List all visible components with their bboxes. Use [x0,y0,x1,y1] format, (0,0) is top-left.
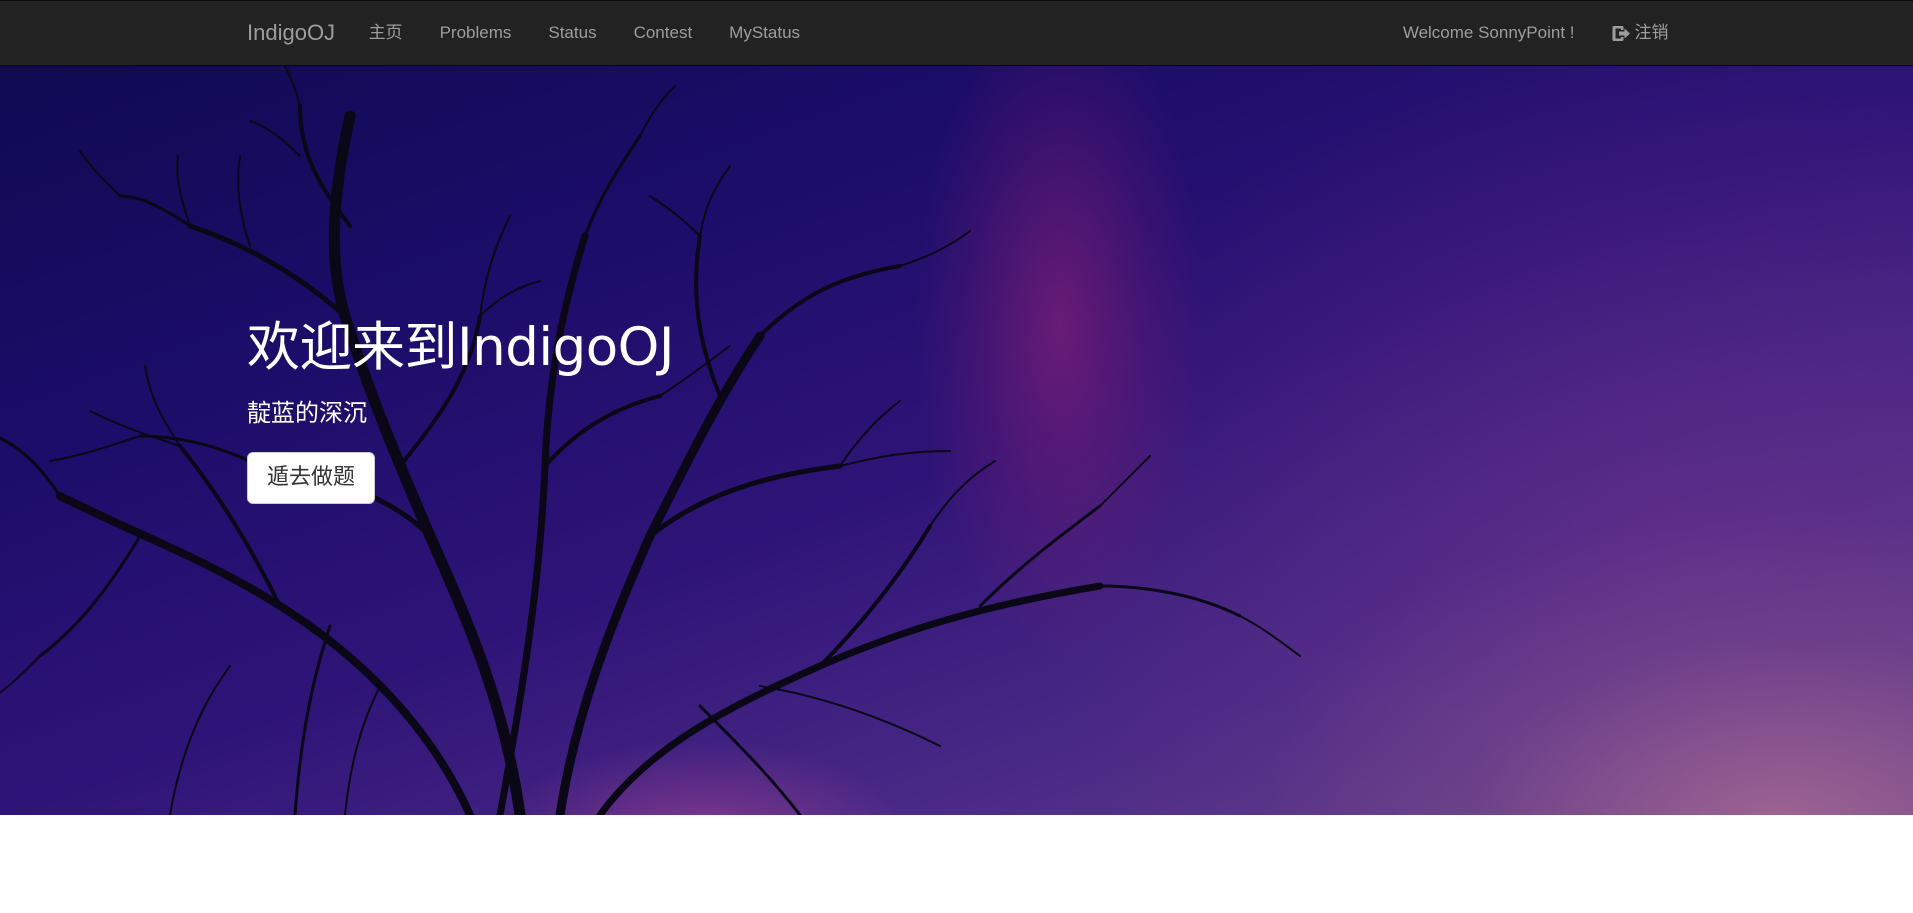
logout-icon [1612,25,1630,41]
nav-item-mystatus: MyStatus [711,1,819,65]
go-practice-button[interactable]: 遁去做题 [247,451,376,504]
logout-link[interactable]: 注销 [1593,1,1687,65]
user-nav: Welcome SonnyPoint ! 注销 [1384,1,1687,65]
hero-content: 欢迎来到IndigoOJ 靛蓝的深沉 遁去做题 [247,317,675,504]
hero-title: 欢迎来到IndigoOJ [247,317,675,378]
nav-item-problems: Problems [421,1,530,65]
logout-label: 注销 [1634,23,1669,43]
top-navbar: IndigoOJ 主页 Problems Status Contest MySt… [0,0,1913,66]
nav-link-status[interactable]: Status [530,1,615,65]
nav-link-contest[interactable]: Contest [615,1,711,65]
main-nav: 主页 Problems Status Contest MyStatus [350,1,818,65]
nav-item-welcome: Welcome SonnyPoint ! [1384,1,1593,65]
navbar-container: IndigoOJ 主页 Problems Status Contest MySt… [232,1,1687,65]
hero-jumbotron: 欢迎来到IndigoOJ 靛蓝的深沉 遁去做题 [0,66,1913,815]
nav-link-mystatus[interactable]: MyStatus [711,1,819,65]
nav-item-status: Status [530,1,615,65]
nav-item-logout: 注销 [1593,1,1687,65]
nav-item-contest: Contest [615,1,711,65]
nav-link-home[interactable]: 主页 [350,1,421,65]
hero-subtitle: 靛蓝的深沉 [247,398,367,427]
brand-link[interactable]: IndigoOJ [232,1,350,65]
welcome-user-link[interactable]: Welcome SonnyPoint ! [1384,1,1593,65]
nav-link-problems[interactable]: Problems [421,1,530,65]
nav-item-home: 主页 [350,1,421,65]
